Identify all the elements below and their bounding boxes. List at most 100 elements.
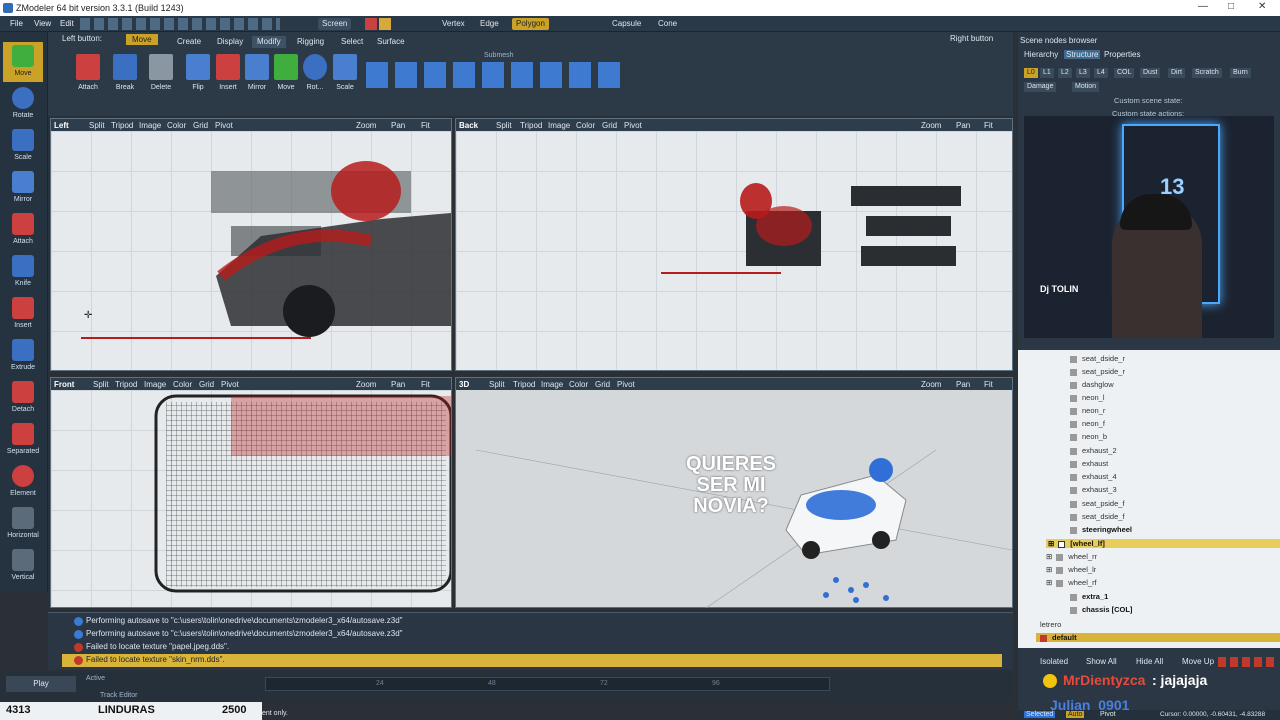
color-button[interactable]: Color — [576, 121, 595, 130]
tree-node[interactable]: seat_dside_r — [1070, 354, 1125, 363]
tool-vertical[interactable]: Vertical — [3, 546, 43, 586]
split-button[interactable]: Split — [496, 121, 512, 130]
zoom-button[interactable]: Zoom — [921, 380, 941, 389]
tripod-button[interactable]: Tripod — [115, 380, 137, 389]
timeline-track[interactable] — [265, 677, 830, 691]
tree-node[interactable]: ⊞ wheel_lr — [1046, 565, 1096, 574]
hide-all-button[interactable]: Hide All — [1136, 657, 1163, 666]
capsule-button[interactable]: Capsule — [608, 18, 645, 30]
viewport-3d[interactable]: 3D Split Tripod Image Color Grid Pivot Z… — [455, 377, 1013, 608]
tab-rigging[interactable]: Rigging — [292, 36, 329, 48]
zoom-button[interactable]: Zoom — [921, 121, 941, 130]
chip-burn[interactable]: Burn — [1230, 68, 1251, 78]
cone-button[interactable]: Cone — [654, 18, 681, 30]
auto-chip[interactable]: Auto — [1066, 711, 1085, 718]
tool-horizontal[interactable]: Horizontal — [3, 504, 43, 544]
tree-node[interactable]: exhaust_3 — [1070, 485, 1117, 494]
minimize-icon[interactable]: — — [1198, 1, 1208, 12]
fit-button[interactable]: Fit — [421, 380, 430, 389]
menu-view[interactable]: View — [34, 19, 51, 28]
maximize-icon[interactable]: □ — [1228, 1, 1234, 12]
flip-button[interactable]: Flip — [183, 54, 213, 91]
zoom-button[interactable]: Zoom — [356, 380, 376, 389]
chip-l2[interactable]: L2 — [1058, 68, 1072, 78]
tree-node-default[interactable]: default — [1036, 633, 1280, 642]
left-button-move-chip[interactable]: Move — [126, 34, 158, 45]
chip-l3[interactable]: L3 — [1076, 68, 1090, 78]
split-button[interactable]: Split — [89, 121, 105, 130]
tab-properties[interactable]: Properties — [1104, 50, 1140, 59]
scale-button[interactable]: Scale — [330, 54, 360, 91]
close-icon[interactable]: ✕ — [1258, 1, 1266, 12]
viewport-name[interactable]: 3D — [459, 380, 469, 389]
tool-detach[interactable]: Detach — [3, 378, 43, 418]
viewport-back-canvas[interactable] — [456, 131, 1012, 370]
tool-mirror[interactable]: Mirror — [3, 168, 43, 208]
chip-l0[interactable]: L0 — [1024, 68, 1038, 78]
tree-node[interactable]: seat_pside_f — [1070, 499, 1125, 508]
tree-node[interactable]: ⊞ wheel_rr — [1046, 552, 1097, 561]
move-button[interactable]: Move — [271, 54, 301, 91]
chip-l4[interactable]: L4 — [1094, 68, 1108, 78]
menu-file[interactable]: File — [10, 19, 23, 28]
quick-toolbar-icons[interactable] — [80, 18, 280, 30]
tree-node[interactable]: exhaust — [1070, 459, 1108, 468]
attach-button[interactable]: Attach — [73, 54, 103, 91]
pivot-button[interactable]: Pivot — [624, 121, 642, 130]
zoom-button[interactable]: Zoom — [356, 121, 376, 130]
tree-node[interactable]: neon_l — [1070, 393, 1105, 402]
show-all-button[interactable]: Show All — [1086, 657, 1117, 666]
tree-node[interactable]: extra_1 — [1070, 592, 1108, 601]
pan-button[interactable]: Pan — [956, 121, 970, 130]
edge-mode-button[interactable]: Edge — [476, 18, 503, 30]
pan-button[interactable]: Pan — [391, 121, 405, 130]
tree-node[interactable]: ⊞ wheel_rf — [1046, 578, 1097, 587]
tripod-button[interactable]: Tripod — [520, 121, 542, 130]
grid-button[interactable]: Grid — [602, 121, 617, 130]
tree-node[interactable]: exhaust_4 — [1070, 472, 1117, 481]
tree-node[interactable]: letrero — [1040, 620, 1061, 629]
insert-button[interactable]: Insert — [213, 54, 243, 91]
tripod-button[interactable]: Tripod — [111, 121, 133, 130]
submesh-tool-icons[interactable] — [366, 62, 624, 88]
tab-display[interactable]: Display — [212, 36, 248, 48]
tab-create[interactable]: Create — [172, 36, 206, 48]
viewport-name[interactable]: Front — [54, 380, 74, 389]
viewport-back[interactable]: Back Split Tripod Image Color Grid Pivot… — [455, 118, 1013, 371]
tool-separated[interactable]: Separated — [3, 420, 43, 460]
image-button[interactable]: Image — [541, 380, 563, 389]
select-filter-icon[interactable] — [379, 18, 391, 30]
image-button[interactable]: Image — [139, 121, 161, 130]
menu-edit[interactable]: Edit — [60, 19, 74, 28]
mirror-button[interactable]: Mirror — [242, 54, 272, 91]
footer-icons[interactable] — [1218, 657, 1274, 667]
tool-insert[interactable]: Insert — [3, 294, 43, 334]
selected-chip[interactable]: Selected — [1024, 711, 1056, 718]
tree-node[interactable]: seat_dside_f — [1070, 512, 1125, 521]
fit-button[interactable]: Fit — [984, 380, 993, 389]
chip-col[interactable]: COL — [1114, 68, 1135, 78]
tool-extrude[interactable]: Extrude — [3, 336, 43, 376]
play-button[interactable]: Play — [6, 676, 76, 692]
pivot-button[interactable]: Pivot — [617, 380, 635, 389]
pivot-button[interactable]: Pivot — [215, 121, 233, 130]
viewport-front[interactable]: Front Split Tripod Image Color Grid Pivo… — [50, 377, 452, 608]
viewport-name[interactable]: Left — [54, 121, 69, 130]
chip-dirt[interactable]: Dirt — [1168, 68, 1185, 78]
tripod-button[interactable]: Tripod — [513, 380, 535, 389]
tree-node[interactable]: neon_r — [1070, 406, 1105, 415]
split-button[interactable]: Split — [489, 380, 505, 389]
break-button[interactable]: Break — [110, 54, 140, 91]
color-button[interactable]: Color — [167, 121, 186, 130]
grid-button[interactable]: Grid — [199, 380, 214, 389]
tree-node[interactable]: neon_f — [1070, 419, 1105, 428]
tab-select[interactable]: Select — [336, 36, 368, 48]
tool-element[interactable]: Element — [3, 462, 43, 502]
image-button[interactable]: Image — [548, 121, 570, 130]
tree-node[interactable]: neon_b — [1070, 432, 1107, 441]
tab-surface[interactable]: Surface — [372, 36, 410, 48]
tree-node[interactable]: seat_pside_r — [1070, 367, 1125, 376]
viewport-left-canvas[interactable] — [51, 131, 451, 370]
tool-attach[interactable]: Attach — [3, 210, 43, 250]
pan-button[interactable]: Pan — [391, 380, 405, 389]
